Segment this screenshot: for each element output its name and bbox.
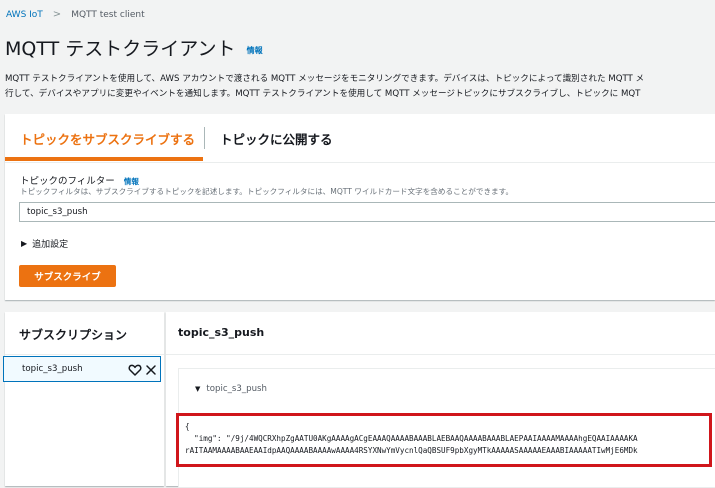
filter-info-link[interactable]: 情報 <box>124 177 139 186</box>
page-description: MQTT テストクライアントを使用して、AWS アカウントで渡される MQTT … <box>5 72 710 102</box>
subscriptions-panel: サブスクリプション <box>5 312 164 486</box>
heart-icon[interactable] <box>128 362 142 376</box>
message-expand-toggle[interactable]: ▼ topic_s3_push <box>195 384 267 394</box>
messages-divider <box>166 354 715 355</box>
tab-publish[interactable]: トピックに公開する <box>220 129 333 148</box>
close-icon[interactable] <box>144 362 158 376</box>
advanced-settings-toggle[interactable]: ▶ 追加設定 <box>21 237 68 250</box>
caret-down-icon: ▼ <box>195 385 201 393</box>
messages-topic-title: topic_s3_push <box>178 326 265 339</box>
topic-filter-hint: トピックフィルタは、サブスクライブするトピックを記述します。トピックフィルタには… <box>20 187 514 196</box>
active-tab-indicator <box>5 157 203 161</box>
breadcrumb-link-aws-iot[interactable]: AWS IoT <box>6 10 43 20</box>
tab-subscribe[interactable]: トピックをサブスクライブする <box>20 129 195 148</box>
payload-line-1: { <box>185 422 190 431</box>
subscribe-button[interactable]: サブスクライブ <box>19 265 116 287</box>
subscriptions-title: サブスクリプション <box>19 328 128 342</box>
subscription-item[interactable]: topic_s3_push <box>3 356 161 382</box>
caret-right-icon: ▶ <box>21 239 28 248</box>
tab-divider <box>204 127 205 149</box>
page-title-text: MQTT テストクライアント <box>5 38 236 60</box>
description-line-2: 行して、デバイスやアプリに変更やイベントを通知します。MQTT テストクライアン… <box>5 89 641 99</box>
advanced-settings-label: 追加設定 <box>32 240 69 250</box>
payload-line-2: "img": "/9j/4WQCRXhpZgAATU0AKgAAAAgACgEA… <box>185 434 638 443</box>
subscribe-panel: トピックをサブスクライブする トピックに公開する トピックのフィルター 情報 ト… <box>5 114 715 300</box>
breadcrumb-current: MQTT test client <box>71 9 145 20</box>
breadcrumb-separator: > <box>52 9 62 20</box>
topic-filter-label: トピックのフィルター 情報 <box>20 173 139 187</box>
description-line-1: MQTT テストクライアントを使用して、AWS アカウントで渡される MQTT … <box>5 74 645 84</box>
topic-filter-input[interactable] <box>19 202 715 222</box>
breadcrumb: AWS IoT > MQTT test client <box>6 9 145 20</box>
tab-bar: トピックをサブスクライブする トピックに公開する <box>5 114 715 163</box>
message-topic-label: topic_s3_push <box>206 384 267 394</box>
subscriptions-divider <box>5 354 164 355</box>
title-info-link[interactable]: 情報 <box>247 46 263 55</box>
payload-line-3: rAITAAMAAAABAAEAAIdpAAQAAAABAAAAwAAAA4RS… <box>185 446 638 455</box>
subscription-item-label: topic_s3_push <box>22 364 83 374</box>
page-title: MQTT テストクライアント 情報 <box>5 34 263 61</box>
message-payload-highlight: { "img": "/9j/4WQCRXhpZgAATU0AKgAAAAgACg… <box>176 413 712 467</box>
